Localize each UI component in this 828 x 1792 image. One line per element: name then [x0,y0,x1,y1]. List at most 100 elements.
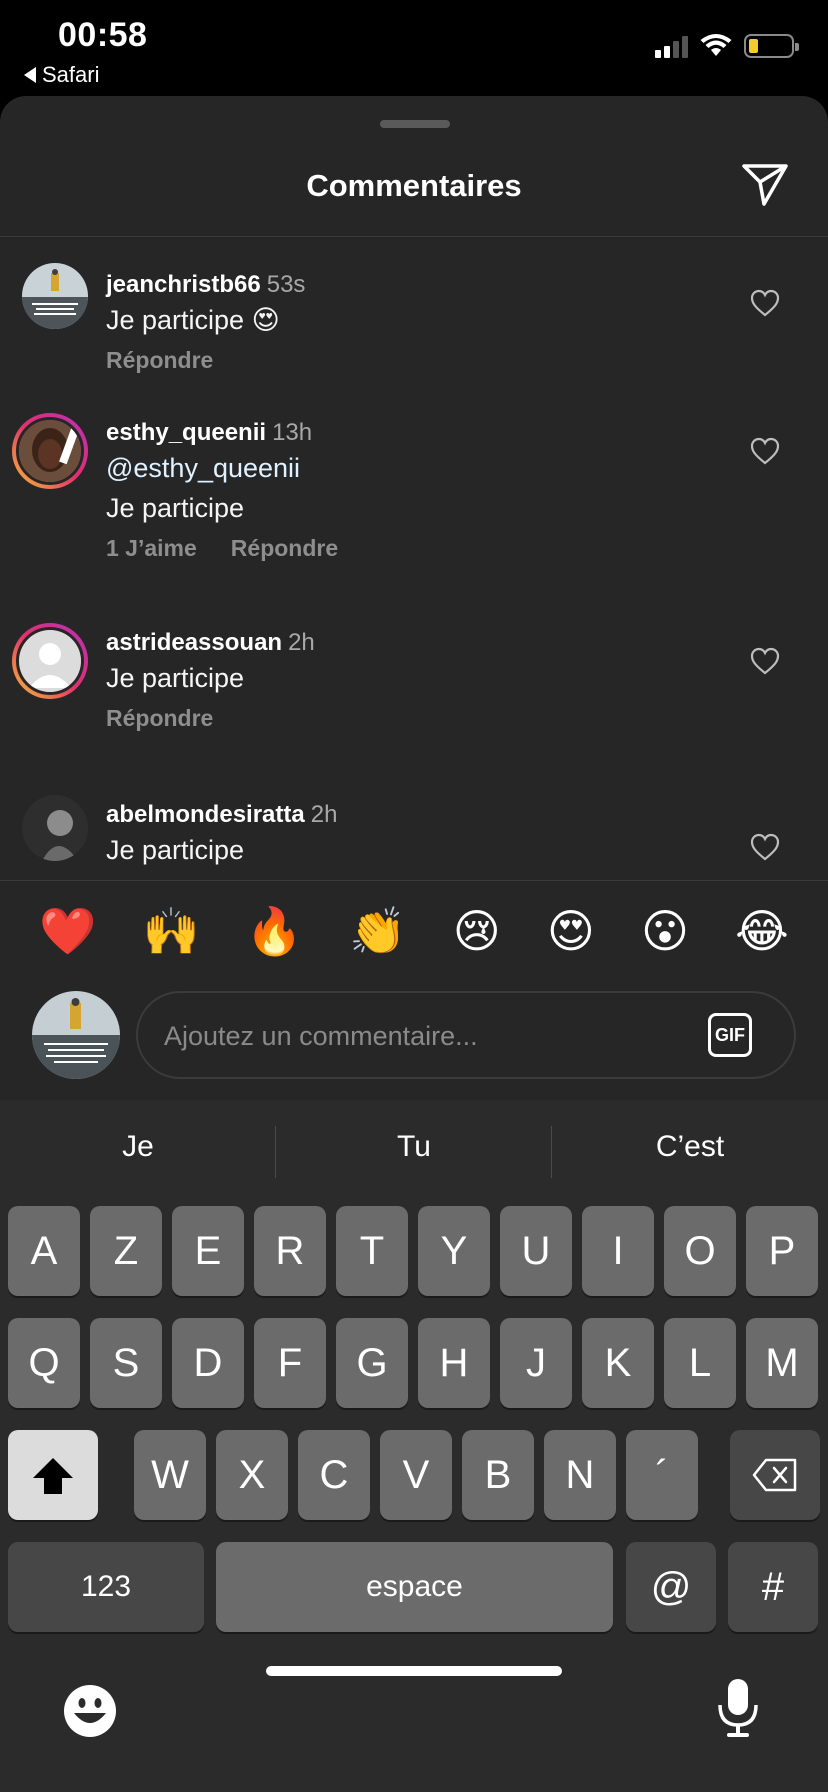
comment-actions: Répondre [106,347,213,374]
backspace-icon [752,1458,797,1492]
gif-button[interactable]: GIF [708,1013,752,1057]
comment-mention[interactable]: @esthy_queenii [106,453,300,484]
emoji-quick-bar: ❤️ 🙌 🔥 👏 😢 😍 😮 😂 [0,880,828,980]
key-t[interactable]: T [336,1206,408,1296]
keyboard-bottom-row [0,1675,828,1745]
comment-time: 2h [310,801,338,828]
status-icons [655,34,799,58]
key-j[interactable]: J [500,1318,572,1408]
comment-username[interactable]: abelmondesiratta 2h [106,801,337,829]
key-u[interactable]: U [500,1206,572,1296]
shift-key[interactable] [8,1430,98,1520]
like-heart-icon[interactable] [750,289,780,317]
key-q[interactable]: Q [8,1318,80,1408]
emoji-surprised-button[interactable]: 😮 [641,908,689,954]
key-p[interactable]: P [746,1206,818,1296]
numbers-key[interactable]: 123 [8,1542,204,1632]
comment-time: 13h [272,419,313,446]
likes-count[interactable]: 1 J’aime [106,535,197,562]
key-y[interactable]: Y [418,1206,490,1296]
sheet-grabber[interactable] [380,120,450,128]
key-x[interactable]: X [216,1430,288,1520]
comments-list[interactable]: jeanchristb66 53s Je participe 😍 Répondre [0,237,828,877]
comment-time: 2h [288,629,315,656]
space-key[interactable]: espace [216,1542,613,1632]
avatar[interactable] [22,795,88,861]
avatar-story-ring[interactable] [12,413,88,489]
like-heart-icon[interactable] [750,647,780,675]
reply-button[interactable]: Répondre [231,535,338,562]
home-indicator[interactable] [266,1666,562,1676]
shift-arrow-icon [33,1458,73,1494]
reply-button[interactable]: Répondre [106,347,213,374]
comment-username[interactable]: astrideassouan 2h [106,629,315,657]
suggestion-3[interactable]: C’est [552,1130,828,1164]
key-o[interactable]: O [664,1206,736,1296]
key-f[interactable]: F [254,1318,326,1408]
key-z[interactable]: Z [90,1206,162,1296]
key-b[interactable]: B [462,1430,534,1520]
delete-key[interactable] [730,1430,820,1520]
key-a[interactable]: A [8,1206,80,1296]
at-key[interactable]: @ [626,1542,716,1632]
comment-input-placeholder: Ajoutez un commentaire... [164,1021,478,1051]
comment-input[interactable]: Ajoutez un commentaire... GIF [136,991,796,1079]
comment-actions: 1 J’aime Répondre [106,535,338,562]
my-avatar [32,991,120,1079]
comment-username[interactable]: jeanchristb66 53s [106,271,305,299]
status-time: 00:58 [58,16,148,54]
avatar[interactable] [22,263,88,329]
key-g[interactable]: G [336,1318,408,1408]
comment-time: 53s [266,271,306,298]
emoji-crying-button[interactable]: 😢 [453,908,501,954]
emoji-heart-eyes-button[interactable]: 😍 [547,908,595,954]
keyboard-suggestions: Je Tu C’est [0,1100,828,1204]
key-e[interactable]: E [172,1206,244,1296]
emoji-heart-button[interactable]: ❤️ [39,908,96,954]
sheet-title: Commentaires [306,168,522,203]
key-w[interactable]: W [134,1430,206,1520]
emoji-laughing-button[interactable]: 😂 [735,908,789,954]
emoji-fire-button[interactable]: 🔥 [246,908,303,954]
suggestion-1[interactable]: Je [0,1130,276,1164]
key-h[interactable]: H [418,1318,490,1408]
emoji-raised-hands-button[interactable]: 🙌 [142,908,199,954]
key-c[interactable]: C [298,1430,370,1520]
back-app-label: Safari [42,62,100,87]
share-send-icon[interactable] [738,156,792,210]
hash-key[interactable]: # [728,1542,818,1632]
reply-button[interactable]: Répondre [106,705,213,732]
back-to-safari-link[interactable]: Safari [24,62,99,88]
key-s[interactable]: S [90,1318,162,1408]
comment-text: Je participe 😍 [106,305,280,335]
comment-text: Je participe [106,663,245,693]
key-i[interactable]: I [582,1206,654,1296]
key-l[interactable]: L [664,1318,736,1408]
microphone-icon[interactable] [716,1677,760,1739]
sheet-header: Commentaires [0,156,828,234]
comment-input-row: Ajoutez un commentaire... GIF [0,981,828,1096]
keyboard: Je Tu C’est A Z E R T Y U I O P Q S D F … [0,1100,828,1792]
key-m[interactable]: M [746,1318,818,1408]
status-bar: 00:58 Safari [0,0,828,96]
battery-icon [744,34,799,58]
key-d[interactable]: D [172,1318,244,1408]
emoji-clap-button[interactable]: 👏 [349,908,406,954]
comments-sheet: Commentaires jeanchristb66 53s Je partic… [0,96,828,1100]
comment-text: Je participe [106,493,245,523]
comment-username[interactable]: esthy_queenii 13h [106,419,312,447]
emoji-keyboard-icon[interactable] [62,1683,118,1739]
suggestion-2[interactable]: Tu [276,1130,552,1164]
like-heart-icon[interactable] [750,437,780,465]
comment-actions: Répondre [106,705,213,732]
avatar-story-ring[interactable] [12,623,88,699]
key-n[interactable]: N [544,1430,616,1520]
cellular-signal-icon [655,34,688,58]
key-r[interactable]: R [254,1206,326,1296]
key-acute-accent[interactable]: ´ [626,1430,698,1520]
key-k[interactable]: K [582,1318,654,1408]
key-v[interactable]: V [380,1430,452,1520]
like-heart-icon[interactable] [750,833,780,861]
comment-text: Je participe [106,835,245,865]
back-triangle-icon [24,67,36,83]
